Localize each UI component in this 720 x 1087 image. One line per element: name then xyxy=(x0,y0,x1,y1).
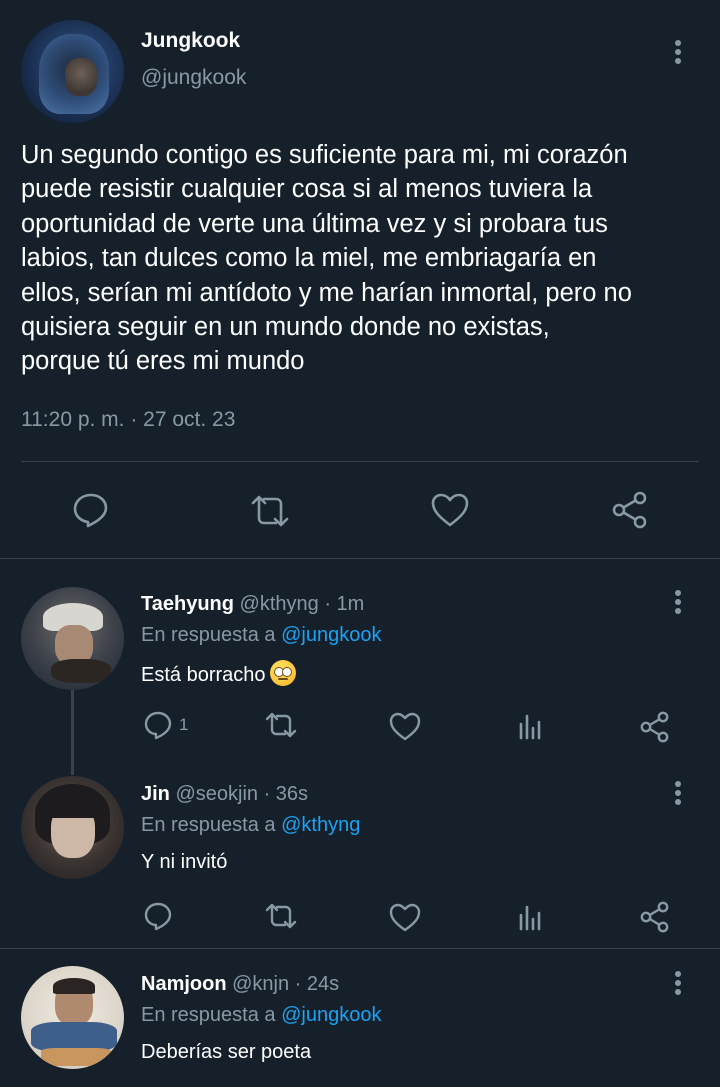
retweet-icon[interactable] xyxy=(263,710,299,740)
face-with-rolling-eyes-icon xyxy=(269,660,296,686)
retweet-icon[interactable] xyxy=(263,901,299,931)
more-options-icon[interactable] xyxy=(674,590,682,620)
mention-link[interactable]: @jungkook xyxy=(281,1004,381,1026)
tweet-text: Un segundo contigo es suficiente para mi… xyxy=(21,138,713,379)
reply-header: Taehyung @kthyng · 1m xyxy=(141,593,364,616)
reply-context: En respuesta a @jungkook xyxy=(141,624,381,647)
tweet-timestamp[interactable]: 11:20 p. m. · 27 oct. 23 xyxy=(21,408,235,432)
more-options-icon[interactable] xyxy=(674,40,682,70)
tweet-text-line: puede resistir cualquier cosa si al meno… xyxy=(21,175,593,204)
reply-author-handle[interactable]: @seokjin xyxy=(175,783,258,805)
reply-author-name[interactable]: Namjoon xyxy=(141,973,227,995)
reply-icon[interactable] xyxy=(70,490,112,530)
reply-icon[interactable]: 1 xyxy=(143,709,188,741)
reply-time: · 24s xyxy=(294,973,340,995)
more-options-icon[interactable] xyxy=(674,781,682,811)
tweet-text-line: quisiera seguir en un mundo donde no exi… xyxy=(21,313,550,342)
reply-header: Jin @seokjin · 36s xyxy=(141,783,308,806)
more-options-icon[interactable] xyxy=(674,971,682,1001)
reply-prefix: En respuesta a xyxy=(141,814,282,836)
reply-author-name[interactable]: Jin xyxy=(141,783,170,805)
mention-link[interactable]: @jungkook xyxy=(281,624,381,646)
like-icon[interactable] xyxy=(389,711,421,741)
tweet-text-line: oportunidad de verte una última vez y si… xyxy=(21,209,608,238)
reply-author-handle[interactable]: @knjn xyxy=(232,973,289,995)
avatar[interactable] xyxy=(21,587,124,690)
reply-text-content: Está borracho xyxy=(141,664,266,686)
reply-time: · 36s xyxy=(263,783,309,805)
tweet-text-line: labios, tan dulces como la miel, me embr… xyxy=(21,244,597,273)
reply-header: Namjoon @knjn · 24s xyxy=(141,973,339,996)
reply-icon[interactable] xyxy=(143,900,173,932)
mention-link[interactable]: @kthyng xyxy=(281,814,360,836)
retweet-icon[interactable] xyxy=(247,491,293,531)
analytics-icon[interactable] xyxy=(518,902,544,932)
avatar[interactable] xyxy=(21,776,124,879)
reply-context: En respuesta a @kthyng xyxy=(141,814,360,837)
main-tweet: Jungkook @jungkook Un segundo contigo es… xyxy=(0,0,720,559)
analytics-icon[interactable] xyxy=(518,711,544,741)
reply-time: · 1m xyxy=(324,593,365,615)
reply-prefix: En respuesta a xyxy=(141,624,282,646)
like-icon[interactable] xyxy=(389,902,421,932)
reply-text: Deberías ser poeta xyxy=(141,1041,312,1063)
avatar[interactable] xyxy=(21,20,124,123)
reply-prefix: En respuesta a xyxy=(141,1004,282,1026)
author-handle[interactable]: @jungkook xyxy=(141,66,246,90)
tweet-text-line: porque tú eres mi mundo xyxy=(21,347,305,376)
reply-text: Y ni invitó xyxy=(141,851,228,873)
share-icon[interactable] xyxy=(609,489,651,531)
author-name[interactable]: Jungkook xyxy=(141,29,240,53)
divider xyxy=(21,461,699,462)
share-icon[interactable] xyxy=(638,710,672,744)
tweet-text-line: Un segundo contigo es suficiente para mi… xyxy=(21,141,628,169)
reply-author-handle[interactable]: @kthyng xyxy=(240,593,319,615)
tweet-text-line: ellos, serían mi antídoto y me harían in… xyxy=(21,278,632,307)
reply-context: En respuesta a @jungkook xyxy=(141,1004,381,1027)
like-icon[interactable] xyxy=(430,490,470,530)
share-icon[interactable] xyxy=(638,900,672,934)
reply-author-name[interactable]: Taehyung xyxy=(141,593,234,615)
tweet-thread-page: Jungkook @jungkook Un segundo contigo es… xyxy=(0,0,720,1087)
reply-count: 1 xyxy=(179,715,189,734)
reply-text: Está borracho xyxy=(141,660,296,687)
thread-line xyxy=(71,690,74,775)
avatar[interactable] xyxy=(21,966,124,1069)
divider xyxy=(0,948,720,949)
